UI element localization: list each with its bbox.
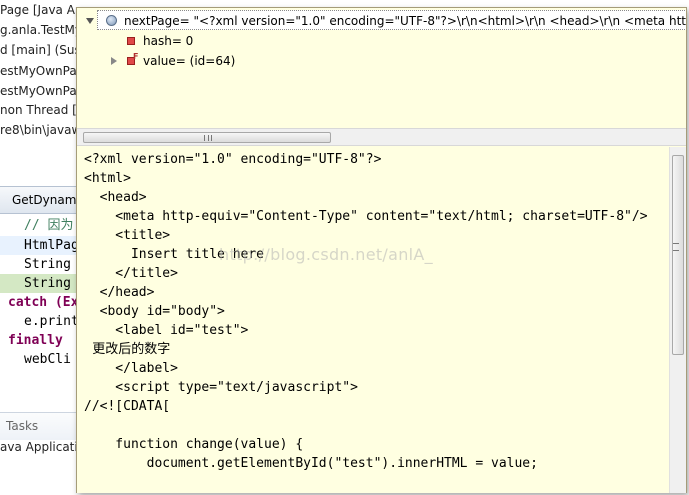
source-line: document.getElementById("test").innerHTM…: [84, 456, 538, 471]
debug-thread-item[interactable]: d [main] (Sus: [0, 40, 80, 60]
console-launch-label: ava Applicatio: [0, 440, 86, 454]
source-line: </head>: [84, 285, 155, 300]
code-line-current: String: [0, 274, 80, 293]
grip-icon: [673, 243, 679, 251]
source-line: <html>: [84, 171, 131, 186]
variable-equals: =: [179, 14, 194, 28]
private-field-icon: [127, 37, 135, 45]
tree-node-value[interactable]: F value= (id=64): [105, 51, 405, 71]
source-line: <title>: [84, 228, 171, 243]
debug-frame-item[interactable]: estMyOwnPag: [0, 61, 80, 81]
detail-source-pane[interactable]: <?xml version="1.0" encoding="UTF-8"?> <…: [77, 147, 669, 493]
code-line: String: [24, 257, 71, 272]
watermark-text: http://blog.csdn.net/anlA_: [219, 245, 433, 264]
code-line: e.print: [24, 314, 79, 329]
source-line: <body id="body">: [84, 304, 225, 319]
source-line: <script type="text/javascript">: [84, 380, 358, 395]
editor-tab-label: GetDynami: [12, 193, 80, 207]
tree-node-hash[interactable]: hash= 0: [127, 31, 193, 51]
eclipse-debug-window: Page [Java Ap g.anla.TestMy d [main] (Su…: [0, 0, 689, 495]
console-view: ava Applicatio: [0, 440, 85, 495]
scrollbar-thumb[interactable]: [83, 132, 331, 143]
horizontal-scrollbar[interactable]: [77, 128, 686, 146]
source-line: </title>: [84, 266, 178, 281]
source-line: <label id="test">: [84, 323, 249, 338]
code-line: finally: [8, 333, 63, 348]
final-marker-icon: F: [133, 52, 139, 61]
tasks-tab[interactable]: Tasks: [0, 412, 80, 440]
field-label: value= (id=64): [143, 54, 236, 68]
variable-inspect-popup[interactable]: nextPage= "<?xml version="1.0" encoding=…: [76, 7, 687, 493]
variable-name: nextPage: [124, 14, 180, 28]
vertical-scrollbar[interactable]: [669, 147, 686, 493]
grip-icon: [204, 135, 212, 141]
source-line: <?xml version="1.0" encoding="UTF-8"?>: [84, 152, 382, 167]
source-line: <head>: [84, 190, 147, 205]
debug-launch-item[interactable]: Page [Java Ap: [0, 0, 80, 20]
tasks-tab-label: Tasks: [6, 419, 39, 433]
code-line: catch (Ex: [8, 295, 79, 310]
code-line: HtmlPag: [0, 236, 80, 255]
scrollbar-thumb[interactable]: [672, 155, 684, 355]
collapse-toggle-icon[interactable]: [111, 57, 117, 65]
source-line: 更改后的数字: [84, 342, 171, 357]
debug-jre-item[interactable]: re8\bin\javaw: [0, 120, 80, 140]
expand-toggle-icon[interactable]: [86, 18, 94, 24]
variable-value: "<?xml version="1.0" encoding="UTF-8"?>\…: [193, 14, 686, 28]
source-line: </label>: [84, 361, 178, 376]
field-label: hash= 0: [143, 34, 194, 48]
code-line: // 因为: [24, 218, 74, 233]
debug-daemon-thread-item[interactable]: non Thread [: [0, 100, 77, 120]
debug-frame-item[interactable]: estMyOwnPag: [0, 81, 80, 101]
tree-node-nextpage[interactable]: nextPage= "<?xml version="1.0" encoding=…: [86, 10, 686, 30]
source-line: <meta http-equiv="Content-Type" content=…: [84, 209, 648, 224]
code-line: webCli: [24, 352, 71, 367]
code-editor[interactable]: // 因为 HtmlPag String String catch (Ex e.…: [0, 214, 80, 404]
source-line: function change(value) {: [84, 437, 304, 452]
editor-tab[interactable]: GetDynami: [0, 186, 80, 214]
variable-tree[interactable]: nextPage= "<?xml version="1.0" encoding=…: [77, 8, 686, 128]
debug-view: Page [Java Ap g.anla.TestMy d [main] (Su…: [0, 0, 80, 150]
debug-class-item[interactable]: g.anla.TestMy: [0, 20, 80, 40]
local-variable-icon: [106, 15, 117, 26]
source-line: //<![CDATA[: [84, 399, 171, 414]
